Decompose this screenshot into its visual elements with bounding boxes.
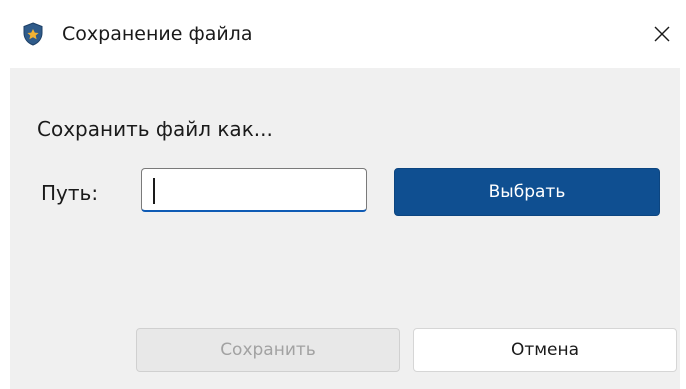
browse-button[interactable]: Выбрать: [394, 168, 660, 216]
dialog-content: Сохранить файл как... Путь: Выбрать Сохр…: [10, 68, 680, 389]
dialog-heading: Сохранить файл как...: [37, 117, 273, 141]
close-icon: [653, 25, 671, 43]
path-label: Путь:: [41, 181, 99, 205]
shield-icon: [22, 22, 44, 46]
save-button[interactable]: Сохранить: [136, 328, 400, 372]
save-file-dialog: Сохранение файла Сохранить файл как... П…: [0, 0, 686, 389]
cancel-button[interactable]: Отмена: [413, 328, 677, 372]
text-caret: [153, 178, 155, 204]
window-title: Сохранение файла: [62, 23, 253, 45]
path-input[interactable]: [141, 168, 367, 212]
close-button[interactable]: [638, 8, 686, 60]
title-bar: Сохранение файла: [0, 0, 686, 68]
